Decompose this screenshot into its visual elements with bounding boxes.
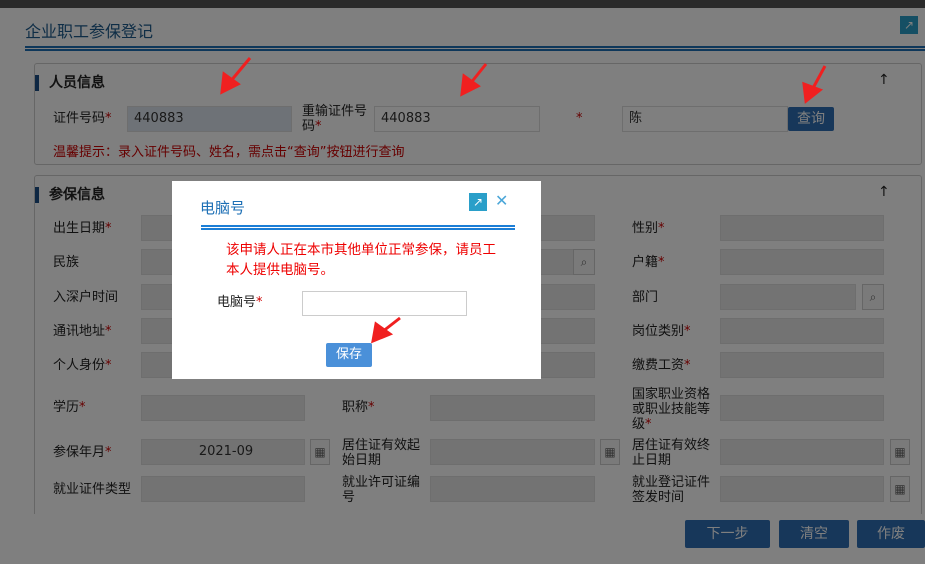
annotation-arrow: [228, 57, 252, 83]
annotation-arrows: [220, 57, 827, 344]
annotation-arrow-head: [802, 81, 824, 104]
